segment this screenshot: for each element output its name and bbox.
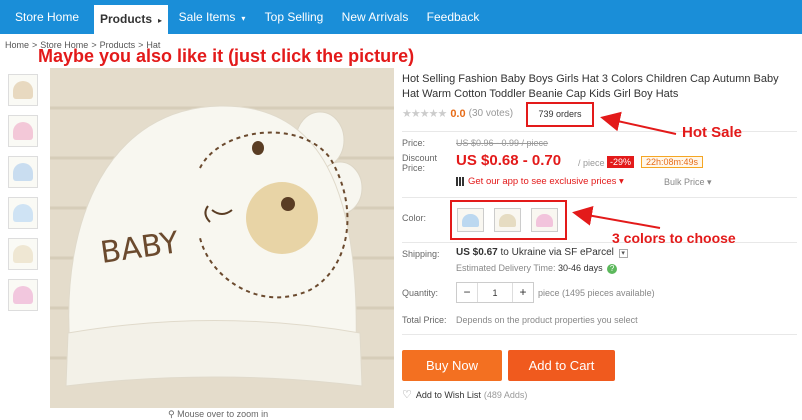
color-swatch-blue[interactable]: [457, 208, 484, 232]
divider: [402, 197, 797, 198]
add-to-wishlist-link[interactable]: ♡ Add to Wish List (489 Adds): [402, 388, 527, 401]
breadcrumb-sep: >: [32, 40, 38, 50]
nav-top-selling[interactable]: Top Selling: [260, 0, 328, 34]
shipping-cost: US $0.67: [456, 247, 498, 258]
quantity-increase-button[interactable]: +: [513, 283, 533, 302]
hat-swatch-icon: [462, 213, 479, 227]
nav-store-home[interactable]: Store Home: [6, 0, 88, 34]
zoom-hint-label: Mouse over to zoom in: [177, 409, 269, 419]
countdown-timer: 22h:08m:49s: [641, 156, 704, 168]
color-label: Color:: [402, 213, 427, 223]
quantity-stepper: − +: [456, 282, 534, 303]
nav-new-arrivals[interactable]: New Arrivals: [338, 0, 412, 34]
hot-sale-annotation: Hot Sale: [682, 124, 743, 141]
buy-now-button[interactable]: Buy Now: [402, 350, 502, 381]
product-title: Hot Selling Fashion Baby Boys Girls Hat …: [402, 73, 779, 100]
thumbnail[interactable]: [8, 197, 38, 229]
heart-icon: ♡: [402, 389, 412, 401]
arrow-icon: [572, 205, 661, 229]
thumbnail[interactable]: [8, 74, 38, 106]
discount-badge: -29%: [607, 156, 635, 168]
thumbnail[interactable]: [8, 115, 38, 147]
discount-price-label: Price:: [402, 163, 426, 173]
chevron-down-icon: ▾: [241, 14, 246, 23]
wishlist-count: (489 Adds): [483, 389, 528, 400]
colors-annotation: 3 colors to choose: [612, 230, 736, 246]
divider: [402, 242, 797, 243]
nav-products-label: Products: [99, 12, 152, 26]
qr-code-icon: [456, 177, 465, 186]
color-options: [450, 200, 567, 240]
total-price-note: Depends on the product properties you se…: [456, 315, 638, 325]
rating-stars-icon[interactable]: ★★★★★: [402, 107, 447, 120]
color-swatch-beige[interactable]: [494, 208, 521, 232]
nav-products[interactable]: Products ▸: [94, 5, 168, 34]
rating-row: ★★★★★ 0.0 (30 votes): [402, 107, 513, 121]
discount-price: US $0.68 - 0.70: [456, 152, 562, 169]
add-to-cart-button[interactable]: Add to Cart: [508, 350, 615, 381]
breadcrumb-home[interactable]: Home: [5, 40, 29, 50]
hat-swatch-icon: [499, 213, 516, 227]
app-promo-link[interactable]: Get our app to see exclusive prices ▾: [456, 176, 624, 187]
bulk-price-dropdown[interactable]: Bulk Price ▾: [664, 177, 712, 188]
color-swatch-pink[interactable]: [531, 208, 558, 232]
page: Store Home Products ▸ Sale Items ▾ Top Sel…: [0, 0, 802, 420]
nav-feedback[interactable]: Feedback: [422, 0, 484, 34]
price-label: Price:: [402, 138, 426, 148]
hat-thumb-icon: [13, 204, 33, 222]
shipping-dropdown-icon[interactable]: ▾: [618, 249, 628, 258]
thumbnail[interactable]: [8, 238, 38, 270]
nav-sale-items-label: Sale Items: [178, 10, 236, 24]
caret-right-icon: ▸: [158, 16, 163, 25]
shipping-info: US $0.67 to Ukraine via SF eParcel ▾: [456, 247, 628, 258]
shipping-label: Shipping:: [402, 249, 440, 259]
rating-votes[interactable]: (30 votes): [469, 108, 513, 119]
store-nav-bar: Store Home Products ▸ Sale Items ▾ Top Sel…: [0, 0, 802, 34]
discount-label: Discount: [402, 153, 438, 163]
thumbnail-list: [8, 74, 38, 320]
original-price: US $0.96 - 0.99 / piece: [456, 138, 549, 148]
magnifier-icon: ⚲: [168, 409, 178, 419]
nav-sale-items[interactable]: Sale Items ▾: [172, 0, 252, 34]
hat-thumb-icon: [13, 122, 33, 140]
quantity-available: piece (1495 pieces available): [538, 288, 655, 298]
delivery-label: Estimated Delivery Time:: [456, 263, 556, 273]
orders-count: 739 orders: [526, 102, 594, 127]
delivery-days: 30-46 days: [558, 263, 603, 273]
thumbnail[interactable]: [8, 156, 38, 188]
hat-swatch-icon: [536, 213, 553, 227]
total-price-label: Total Price:: [402, 315, 447, 325]
baby-hat-image: BABY: [50, 68, 394, 408]
help-icon[interactable]: ?: [607, 264, 618, 274]
hat-thumb-icon: [13, 286, 33, 304]
hat-thumb-icon: [13, 81, 33, 99]
promo-banner-text: Maybe you also like it (just click the p…: [38, 46, 415, 66]
delivery-estimate: Estimated Delivery Time: 30-46 days ?: [456, 263, 618, 274]
divider: [402, 334, 797, 335]
zoom-hint: ⚲ Mouse over to zoom in: [168, 409, 268, 420]
hat-thumb-icon: [13, 245, 33, 263]
wishlist-label: Add to Wish List: [415, 389, 481, 400]
main-product-image[interactable]: BABY: [50, 68, 394, 408]
quantity-label: Quantity:: [402, 288, 439, 298]
hat-thumb-icon: [13, 163, 33, 181]
quantity-decrease-button[interactable]: −: [457, 283, 477, 302]
shipping-destination: to Ukraine via SF eParcel: [500, 247, 614, 258]
thumbnail[interactable]: [8, 279, 38, 311]
quantity-input[interactable]: [477, 283, 513, 302]
app-promo-text: Get our app to see exclusive prices ▾: [468, 176, 624, 187]
rating-value: 0.0: [450, 107, 466, 120]
per-piece: / piece: [578, 158, 605, 168]
